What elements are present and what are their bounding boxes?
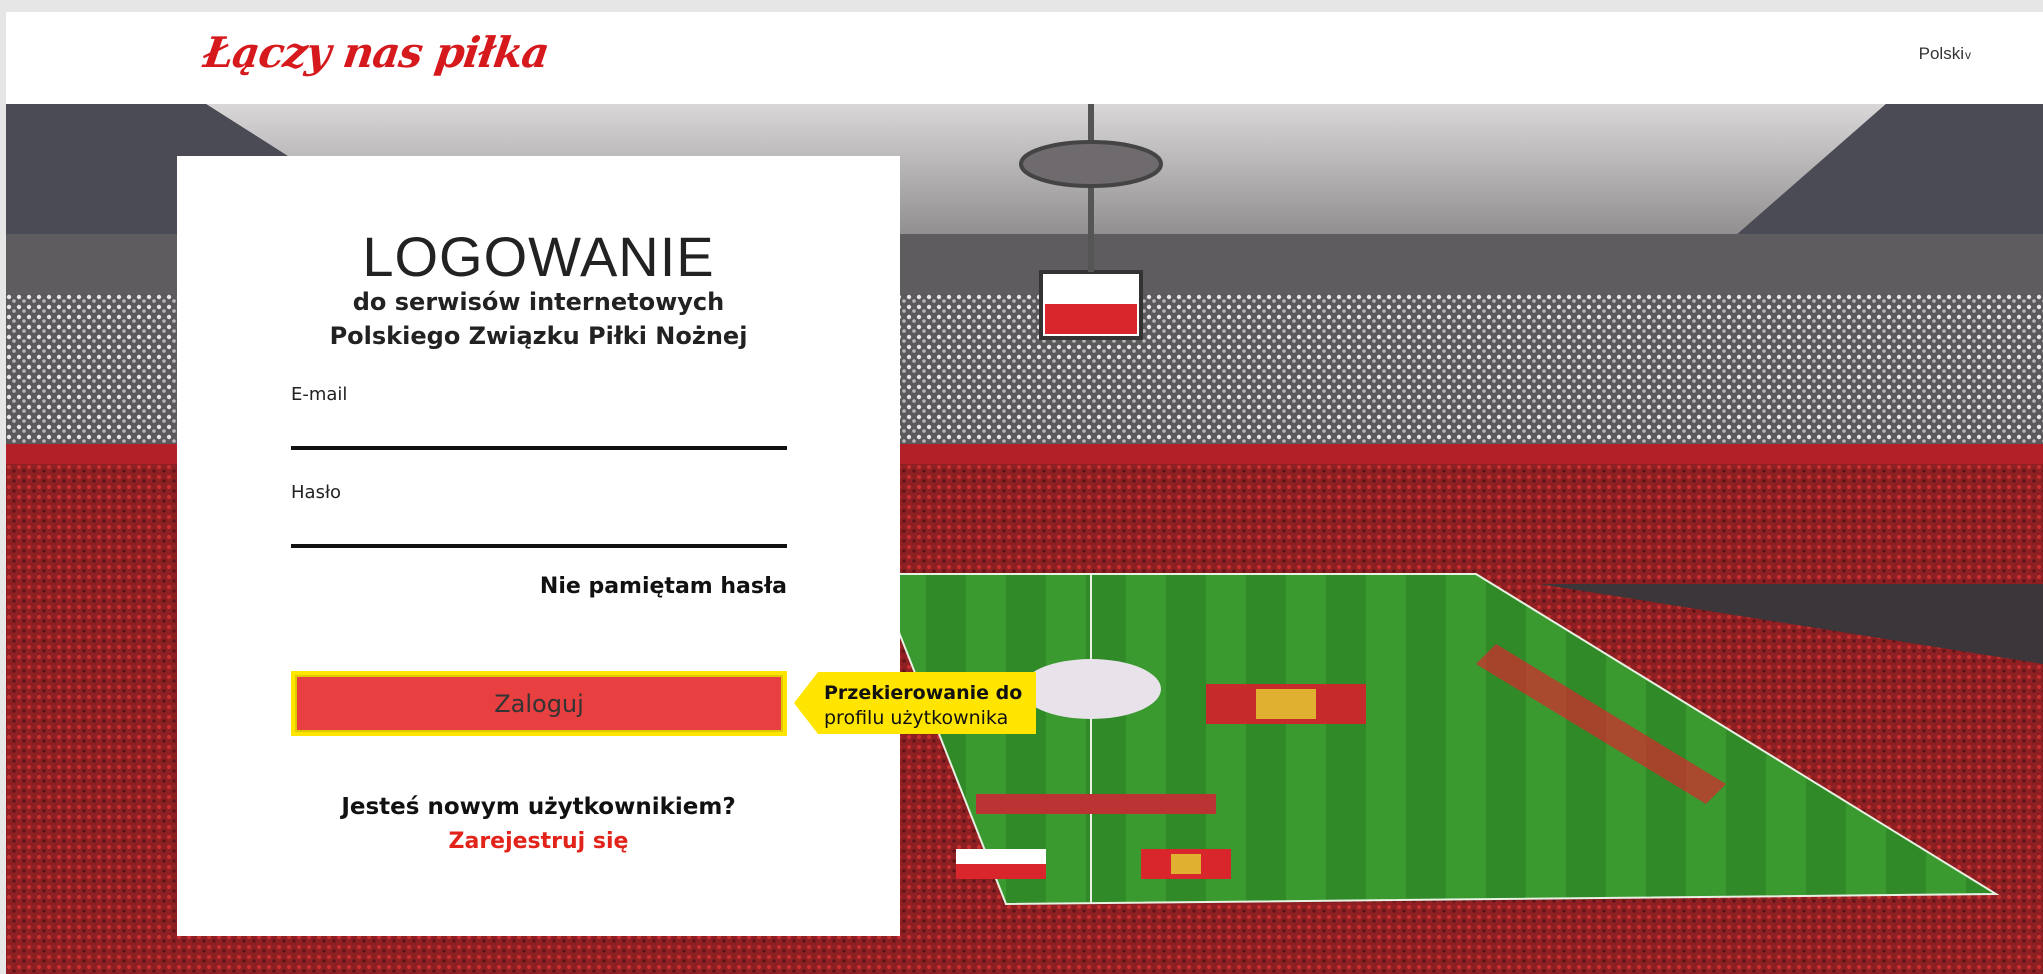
register-link[interactable]: Zarejestruj się xyxy=(177,829,900,854)
subtitle-line-1: do serwisów internetowych xyxy=(352,288,725,316)
browser-page: Łączy nas piłka Polskiv LOGOWANIE do ser… xyxy=(6,12,2043,974)
new-user-question: Jesteś nowym użytkownikiem? xyxy=(341,794,736,820)
callout-line-2: profilu użytkownika xyxy=(824,707,1009,729)
subtitle-line-2: Polskiego Związku Piłki Nożnej xyxy=(329,322,748,350)
callout-line-1: Przekierowanie do xyxy=(824,682,1023,704)
login-button[interactable]: Zaloguj xyxy=(291,671,787,736)
page-title: LOGOWANIE xyxy=(362,225,715,288)
language-label: Polski xyxy=(1918,44,1964,63)
brand-logo[interactable]: Łączy nas piłka xyxy=(201,28,552,77)
login-card: LOGOWANIE do serwisów internetowych Pols… xyxy=(177,156,900,936)
site-header: Łączy nas piłka Polskiv xyxy=(6,12,2043,104)
email-label: E-mail xyxy=(291,384,348,405)
chevron-down-icon: v xyxy=(1965,48,1971,62)
language-selector[interactable]: Polskiv xyxy=(1919,44,1971,64)
email-field[interactable] xyxy=(291,414,787,450)
redirect-callout: Przekierowanie do profilu użytkownika xyxy=(794,672,1036,734)
forgot-password-link[interactable]: Nie pamiętam hasła xyxy=(540,574,787,599)
password-label: Hasło xyxy=(291,482,342,503)
password-field[interactable] xyxy=(291,512,787,548)
